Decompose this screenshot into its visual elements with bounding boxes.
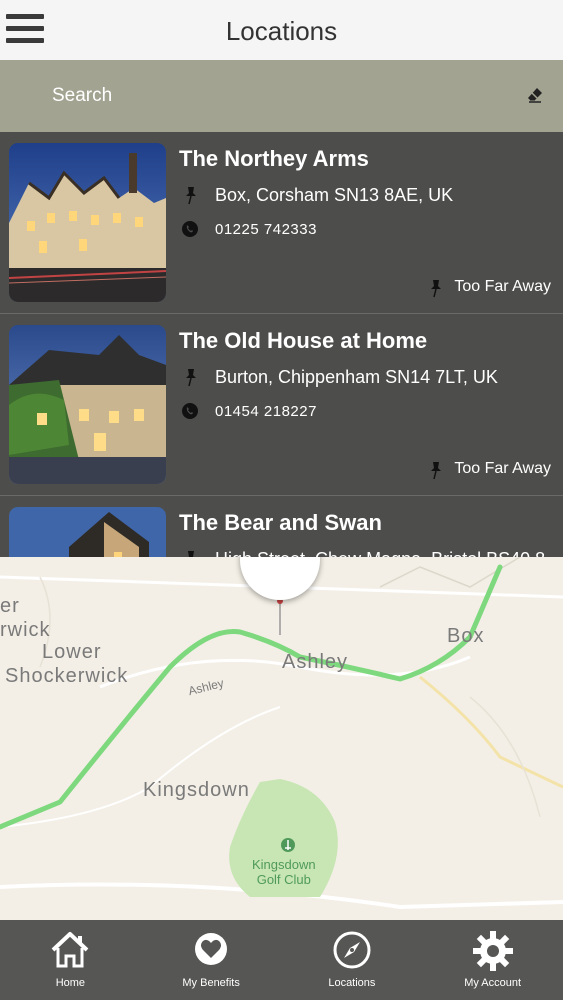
location-phone[interactable]: 01454 218227 [215, 403, 317, 420]
locations-list: The Northey Arms Box, Corsham SN13 8AE, … [0, 132, 563, 557]
search-bar [0, 60, 563, 132]
pushpin-icon [431, 280, 441, 298]
map-label: rwick [0, 619, 51, 641]
location-photo [9, 143, 166, 302]
pushpin-icon [188, 551, 194, 557]
location-name: The Bear and Swan [179, 510, 382, 535]
location-phone[interactable]: 01225 742333 [215, 221, 317, 238]
compass-icon [333, 931, 371, 969]
location-address: Box, Corsham SN13 8AE, UK [215, 185, 454, 205]
pushpin-icon [186, 369, 196, 387]
map-label: Shockerwick [5, 665, 129, 687]
tab-label: Home [55, 977, 86, 989]
location-name: The Old House at Home [179, 328, 428, 353]
tab-label: Locations [328, 977, 376, 989]
location-photo [9, 325, 166, 484]
whatsapp-icon[interactable] [181, 220, 199, 238]
map-label: Ashley [282, 651, 349, 673]
search-input[interactable] [52, 82, 492, 110]
location-item[interactable]: The Northey Arms Box, Corsham SN13 8AE, … [0, 132, 563, 314]
location-address: Burton, Chippenham SN14 7LT, UK [215, 367, 498, 387]
eraser-icon[interactable] [526, 86, 544, 104]
pushpin-icon [186, 187, 196, 205]
tab-label: My Benefits [182, 977, 240, 989]
tab-home[interactable]: Home [0, 920, 141, 1000]
distance-status: Too Far Away [454, 460, 551, 477]
location-photo [9, 507, 166, 557]
heart-icon [195, 933, 228, 965]
location-address: High Street, Chew Magna, Bristol BS40 8 [215, 549, 545, 557]
map-label: er [0, 595, 20, 617]
home-icon [52, 932, 89, 968]
tab-label: My Account [464, 977, 522, 989]
distance-status: Too Far Away [454, 278, 551, 295]
map-label: Kingsdown Golf Club [252, 857, 316, 887]
location-name: The Northey Arms [179, 146, 369, 171]
gear-icon [472, 931, 513, 971]
tab-bar: Home My Benefits Locations My Account [0, 920, 563, 1000]
tab-locations[interactable]: Locations [282, 920, 423, 1000]
map-view[interactable]: er rwick Lower Shockerwick Ashley Ashley… [0, 557, 563, 920]
whatsapp-icon[interactable] [181, 402, 199, 420]
tab-my-account[interactable]: My Account [422, 920, 563, 1000]
pushpin-icon [431, 462, 441, 480]
location-item[interactable]: The Old House at Home Burton, Chippenham… [0, 314, 563, 496]
location-item[interactable]: The Bear and Swan High Street, Chew Magn… [0, 496, 563, 557]
map-label: Lower [42, 641, 102, 663]
map-label: Kingsdown [143, 779, 250, 801]
app-header: Locations [0, 0, 563, 60]
page-title: Locations [225, 16, 338, 46]
tab-my-benefits[interactable]: My Benefits [141, 920, 282, 1000]
map-label: Box [447, 625, 485, 647]
